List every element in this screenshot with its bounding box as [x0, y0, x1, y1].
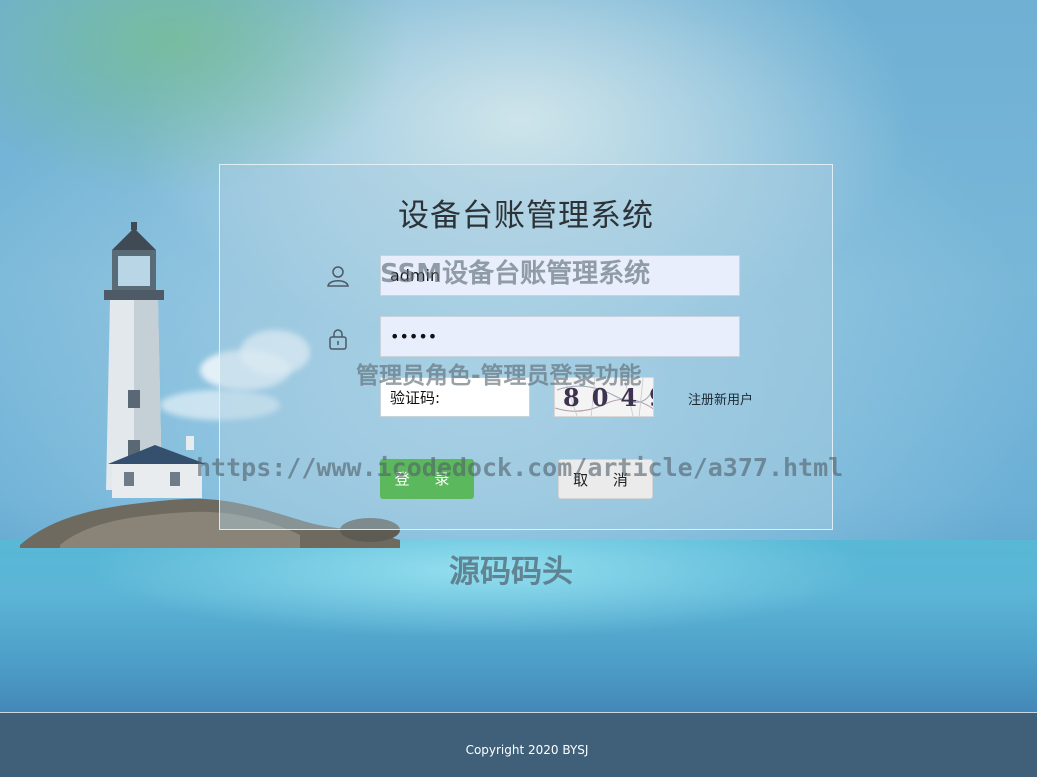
- captcha-input[interactable]: [380, 377, 530, 417]
- lock-icon: [329, 329, 347, 350]
- captcha-image[interactable]: 8049: [554, 377, 654, 417]
- footer: Copyright 2020 BYSJ: [0, 712, 1037, 777]
- register-link[interactable]: 注册新用户: [688, 389, 753, 408]
- login-button[interactable]: 登 录: [380, 459, 474, 499]
- password-input[interactable]: [380, 316, 740, 357]
- sea-horizon: [0, 540, 1037, 712]
- page-title: 设备台账管理系统: [398, 198, 654, 234]
- username-input[interactable]: [380, 255, 740, 296]
- cancel-button[interactable]: 取 消: [558, 459, 653, 499]
- user-icon: [327, 266, 349, 287]
- captcha-digits: 8049: [563, 383, 653, 412]
- copyright-text: Copyright 2020 BYSJ: [465, 743, 589, 757]
